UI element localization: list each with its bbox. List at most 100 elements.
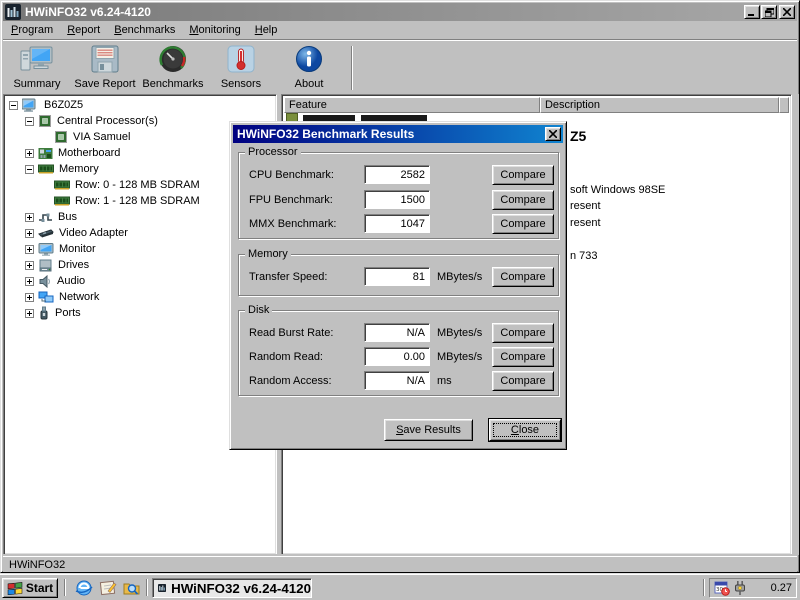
compare-cpu-button[interactable]: Compare bbox=[492, 165, 554, 185]
memory-icon bbox=[54, 179, 70, 191]
compare-random-read-button[interactable]: Compare bbox=[492, 347, 554, 367]
benchmarks-toolbar-button[interactable]: Benchmarks bbox=[139, 44, 207, 92]
os-description-fragment: soft Windows 98SE bbox=[570, 184, 665, 196]
read-burst-rate-field[interactable] bbox=[364, 323, 430, 342]
random-read-field[interactable] bbox=[364, 347, 430, 366]
collapse-expander[interactable] bbox=[25, 117, 34, 126]
audio-icon bbox=[38, 275, 52, 288]
monitor-icon bbox=[38, 243, 54, 256]
video-adapter-icon bbox=[38, 227, 54, 239]
about-toolbar-button[interactable]: About bbox=[275, 44, 343, 92]
expand-expander[interactable] bbox=[25, 261, 34, 270]
unit-label: MBytes/s bbox=[437, 327, 482, 339]
toolbar-label: Sensors bbox=[221, 78, 261, 90]
expand-expander[interactable] bbox=[25, 213, 34, 222]
network-icon bbox=[38, 291, 54, 304]
drives-icon bbox=[38, 259, 53, 272]
compare-memory-button[interactable]: Compare bbox=[492, 267, 554, 287]
menu-monitoring[interactable]: Monitoring bbox=[182, 22, 247, 38]
present-fragment: resent bbox=[570, 200, 601, 212]
processor-group: Processor CPU Benchmark: Compare FPU Ben… bbox=[238, 152, 559, 239]
cpu-icon bbox=[54, 130, 68, 144]
spare-column-header[interactable] bbox=[779, 97, 789, 113]
menu-program[interactable]: Program bbox=[4, 22, 60, 38]
compare-mmx-button[interactable]: Compare bbox=[492, 214, 554, 234]
minimize-icon bbox=[748, 8, 756, 16]
expand-expander[interactable] bbox=[25, 229, 34, 238]
list-header: Feature Description bbox=[284, 97, 789, 113]
start-label: Start bbox=[26, 581, 53, 595]
collapse-expander[interactable] bbox=[9, 101, 18, 110]
quick-launch-ie-button[interactable] bbox=[75, 579, 93, 597]
group-label: Processor bbox=[245, 146, 301, 159]
unit-label: MBytes/s bbox=[437, 351, 482, 363]
expand-expander[interactable] bbox=[25, 245, 34, 254]
mmx-benchmark-field[interactable] bbox=[364, 214, 430, 233]
taskbar-separator bbox=[703, 579, 705, 596]
minimize-button[interactable] bbox=[744, 5, 760, 19]
random-access-field[interactable] bbox=[364, 371, 430, 390]
field-label: Read Burst Rate: bbox=[249, 327, 333, 339]
hwinfo-app-icon bbox=[5, 4, 21, 20]
scheduler-tray-icon[interactable]: 30 bbox=[714, 580, 730, 596]
close-button[interactable] bbox=[779, 5, 795, 19]
read-burst-rate-row: Read Burst Rate: MBytes/s Compare bbox=[239, 323, 558, 343]
toolbar-label: About bbox=[295, 78, 324, 90]
feature-column-header[interactable]: Feature bbox=[284, 97, 540, 113]
title-bar: HWiNFO32 v6.24-4120 bbox=[3, 3, 797, 21]
expand-expander[interactable] bbox=[25, 309, 34, 318]
mmx-benchmark-row: MMX Benchmark: Compare bbox=[239, 214, 558, 234]
field-label: Random Read: bbox=[249, 351, 323, 363]
close-dialog-button[interactable]: Close bbox=[489, 419, 561, 441]
cpu-benchmark-field[interactable] bbox=[364, 165, 430, 184]
toolbar-label: Benchmarks bbox=[142, 78, 203, 90]
tree-item-computer[interactable]: B6Z0Z5 bbox=[6, 97, 274, 113]
sensors-toolbar-button[interactable]: Sensors bbox=[207, 44, 275, 92]
computer-name-fragment: Z5 bbox=[570, 128, 586, 144]
description-column-header[interactable]: Description bbox=[540, 97, 779, 113]
compare-fpu-button[interactable]: Compare bbox=[492, 190, 554, 210]
window-right-margin bbox=[792, 94, 799, 555]
compare-read-burst-button[interactable]: Compare bbox=[492, 323, 554, 343]
tree-label: Memory bbox=[59, 163, 99, 175]
dialog-close-button[interactable] bbox=[545, 127, 561, 141]
cpu-icon bbox=[38, 114, 52, 128]
motherboard-icon bbox=[38, 147, 53, 160]
window-title: HWiNFO32 v6.24-4120 bbox=[25, 5, 743, 19]
expand-expander[interactable] bbox=[25, 277, 34, 286]
restore-button[interactable] bbox=[761, 5, 777, 19]
quick-launch-view-folder-button[interactable] bbox=[123, 579, 141, 597]
tree-label: Drives bbox=[58, 259, 89, 271]
status-bar: HWiNFO32 bbox=[3, 556, 797, 572]
group-label: Memory bbox=[245, 248, 291, 261]
save-results-button[interactable]: Save Results bbox=[384, 419, 473, 441]
transfer-speed-field[interactable] bbox=[364, 267, 430, 286]
compare-random-access-button[interactable]: Compare bbox=[492, 371, 554, 391]
show-desktop-icon bbox=[99, 579, 117, 597]
memory-icon bbox=[38, 163, 54, 175]
plug-tray-icon[interactable] bbox=[733, 580, 747, 596]
collapse-expander[interactable] bbox=[25, 165, 34, 174]
hwinfo-task-button[interactable]: HWiNFO32 v6.24-4120 bbox=[152, 578, 312, 598]
restore-icon bbox=[765, 8, 774, 17]
summary-toolbar-button[interactable]: Summary bbox=[3, 44, 71, 92]
tree-label: Motherboard bbox=[58, 147, 120, 159]
windows-flag-icon bbox=[7, 581, 23, 595]
tree-label: Video Adapter bbox=[59, 227, 128, 239]
fpu-benchmark-field[interactable] bbox=[364, 190, 430, 209]
menu-benchmarks[interactable]: Benchmarks bbox=[107, 22, 182, 38]
expand-expander[interactable] bbox=[25, 293, 34, 302]
menu-report[interactable]: Report bbox=[60, 22, 107, 38]
unit-label: ms bbox=[437, 375, 452, 387]
menu-help[interactable]: Help bbox=[248, 22, 285, 38]
toolbar: Summary Save Report Benchmarks bbox=[3, 39, 797, 94]
start-button[interactable]: Start bbox=[2, 578, 58, 598]
info-icon bbox=[295, 45, 323, 73]
folder-search-icon bbox=[123, 579, 141, 597]
computer-summary-icon bbox=[20, 45, 54, 73]
expand-expander[interactable] bbox=[25, 149, 34, 158]
taskbar-separator bbox=[146, 579, 148, 596]
quick-launch-show-desktop-button[interactable] bbox=[99, 579, 117, 597]
save-report-toolbar-button[interactable]: Save Report bbox=[71, 44, 139, 92]
system-tray: 30 0.27 bbox=[709, 578, 797, 598]
